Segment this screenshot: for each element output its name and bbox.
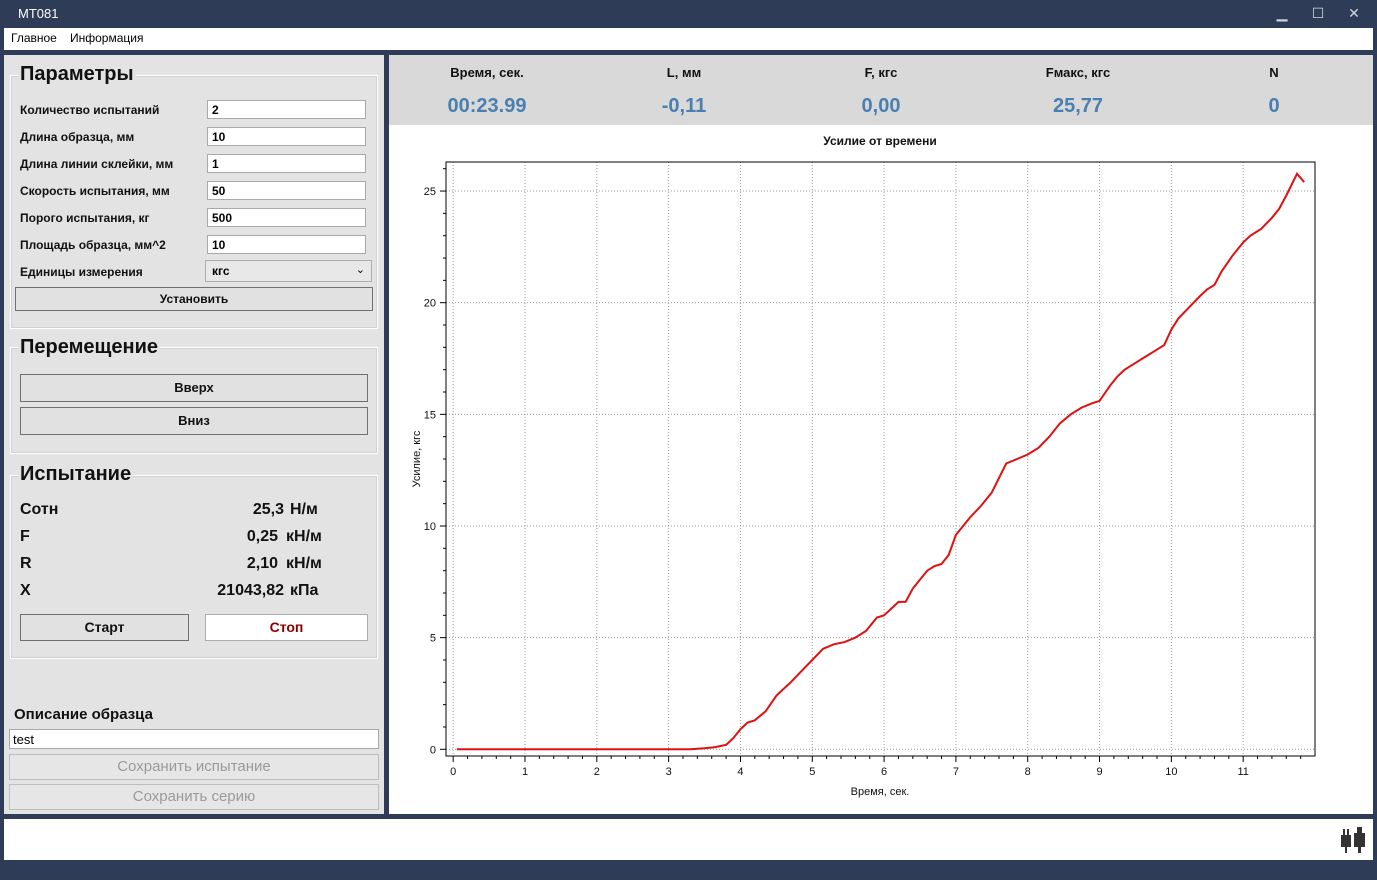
test-label-x: X [20, 582, 31, 599]
test-value-f: 0,25 [246, 528, 278, 545]
down-button[interactable]: Вниз [20, 407, 368, 435]
readout-force-value: 0,00 [861, 95, 901, 117]
y-tick-label: 0 [430, 744, 436, 756]
x-tick-label: 6 [881, 766, 887, 778]
param-label-threshold: Порого испытания, кг [20, 211, 150, 225]
force-time-chart: Усилие от времени 0 1 2 3 4 5 6 7 8 9 10 11 0 5 10 15 20… [411, 134, 1316, 798]
test-value-peel: 25,3 [252, 501, 284, 518]
test-value-r: 2,10 [246, 555, 278, 572]
stop-button[interactable]: Стоп [205, 614, 368, 641]
readout-length-value: -0,11 [661, 95, 707, 117]
left-panel: Параметры Количество испытаний 2 Длина о… [4, 55, 384, 814]
chart-grid [446, 162, 1315, 756]
status-bar [4, 819, 1373, 860]
save-series-button[interactable]: Сохранить серию [9, 784, 379, 810]
y-tick-label: 5 [430, 633, 436, 645]
plot-frame [445, 161, 1316, 757]
readout-fmax-value: 25,77 [1052, 95, 1104, 117]
move-title: Перемещение [18, 336, 160, 359]
test-label-r: R [20, 555, 32, 572]
menu-bar: Главное Информация [4, 28, 1373, 50]
x-tick-label: 0 [450, 766, 456, 778]
readouts-bar: Время, сек. 00:23.99 L, мм -0,11 F, кгс … [389, 55, 1373, 125]
param-input-count[interactable]: 2 [207, 100, 366, 119]
test-unit-f: кН/м [286, 528, 322, 545]
up-button[interactable]: Вверх [20, 374, 368, 402]
minimize-icon[interactable]: ▁ [1268, 4, 1296, 24]
test-label-peel: Сотн [20, 501, 59, 518]
readout-n-header: N [1269, 65, 1279, 80]
x-tick-label: 8 [1025, 766, 1031, 778]
x-tick-label: 1 [522, 766, 528, 778]
param-input-threshold[interactable]: 500 [207, 208, 366, 227]
param-label-count: Количество испытаний [20, 103, 160, 117]
x-tick-label: 5 [809, 766, 815, 778]
y-tick-label: 10 [424, 521, 436, 533]
title-bar: MT081 ▁ ☐ ✕ [0, 0, 1377, 28]
param-label-speed: Скорость испытания, мм [20, 184, 170, 198]
description-label: Описание образца [14, 706, 153, 723]
chart-title: Усилие от времени [823, 134, 936, 148]
close-icon[interactable]: ✕ [1340, 4, 1368, 24]
y-tick-label: 15 [424, 409, 436, 421]
readout-fmax-header: Fмакс, кгс [1045, 65, 1111, 80]
units-select-value: кгс [212, 264, 230, 278]
param-label-glue-length: Длина линии склейки, мм [20, 157, 174, 171]
description-input[interactable]: test [9, 729, 379, 749]
units-select[interactable]: кгс ⌄ [205, 260, 372, 282]
chart-ticks: 0 1 2 3 4 5 6 7 8 9 10 11 0 5 10 15 20 25 [424, 168, 1302, 778]
x-tick-label: 9 [1096, 766, 1102, 778]
test-unit-x: кПа [290, 582, 319, 599]
window-title: MT081 [18, 6, 59, 21]
readout-force-header: F, кгс [864, 65, 898, 80]
plug-icon [1341, 827, 1365, 853]
test-value-x: 21043,82 [217, 582, 284, 599]
x-axis-label: Время, сек. [851, 786, 910, 798]
param-label-area: Площадь образца, мм^2 [20, 238, 166, 252]
params-title: Параметры [18, 63, 136, 86]
x-tick-label: 10 [1165, 766, 1177, 778]
menu-main[interactable]: Главное [11, 31, 57, 45]
param-input-glue-length[interactable]: 1 [207, 154, 366, 173]
test-unit-r: кН/м [286, 555, 322, 572]
right-panel: Время, сек. 00:23.99 L, мм -0,11 F, кгс … [389, 55, 1373, 814]
test-label-f: F [20, 528, 30, 545]
param-label-units: Единицы измерения [20, 265, 143, 279]
param-input-area[interactable]: 10 [207, 235, 366, 254]
force-line [456, 172, 1305, 751]
x-tick-label: 4 [737, 766, 743, 778]
x-tick-label: 2 [594, 766, 600, 778]
set-button[interactable]: Установить [15, 287, 373, 311]
start-button[interactable]: Старт [20, 614, 189, 641]
readout-n-value: 0 [1268, 95, 1280, 117]
test-title: Испытание [18, 463, 134, 486]
param-input-speed[interactable]: 50 [207, 181, 366, 200]
save-test-button[interactable]: Сохранить испытание [9, 754, 379, 780]
x-tick-label: 3 [666, 766, 672, 778]
chevron-down-icon: ⌄ [355, 264, 365, 276]
menu-info[interactable]: Информация [70, 31, 143, 45]
readout-length-header: L, мм [666, 65, 702, 80]
readout-time-header: Время, сек. [450, 65, 524, 80]
maximize-icon[interactable]: ☐ [1304, 4, 1332, 24]
test-unit-peel: Н/м [290, 501, 318, 518]
param-input-length[interactable]: 10 [207, 127, 366, 146]
param-label-length: Длина образца, мм [20, 130, 135, 144]
y-tick-label: 20 [424, 298, 436, 310]
y-tick-label: 25 [424, 186, 436, 198]
x-tick-label: 7 [953, 766, 959, 778]
x-tick-label: 11 [1237, 766, 1248, 778]
readout-time-value: 00:23.99 [447, 95, 527, 117]
y-axis-label: Усилие, кгс [411, 430, 423, 487]
